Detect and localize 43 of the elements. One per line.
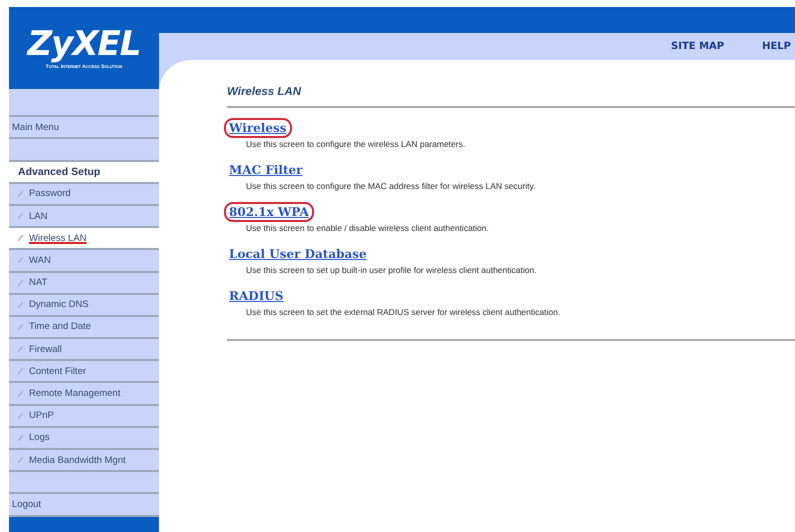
menu-item[interactable]: NAT	[29, 277, 48, 288]
page-link[interactable]: MAC Filter	[224, 160, 308, 180]
bullet-icon	[18, 280, 23, 286]
bullet-icon	[18, 390, 23, 397]
circled-link[interactable]: 802.1x WPA	[224, 202, 314, 222]
page-link[interactable]: RADIUS	[224, 286, 288, 306]
menu-item[interactable]: Logs	[29, 432, 50, 444]
bullet-icon	[18, 457, 23, 464]
menu-item[interactable]: Password	[29, 188, 71, 200]
page-title: Wireless LAN	[227, 86, 795, 108]
menu-item[interactable]: WAN	[29, 254, 51, 266]
menu-item[interactable]: Time and Date	[29, 321, 91, 332]
bullet-icon	[18, 412, 23, 419]
menu-item[interactable]: Firewall	[29, 344, 62, 355]
menu-item[interactable]: LAN	[29, 210, 48, 222]
link-description: Use this screen to configure the wireless LAN parameters.	[246, 139, 466, 149]
header-link[interactable]: SITE MAP	[671, 41, 724, 52]
bullet-icon	[18, 324, 23, 330]
bullet-icon	[18, 346, 23, 352]
brand-logo: ZyXEL	[28, 26, 140, 60]
menu-link[interactable]: Logout	[12, 498, 42, 510]
menu-item[interactable]: Media Bandwidth Mgnt	[29, 454, 126, 466]
menu-item[interactable]: Content Filter	[29, 366, 86, 377]
link-description: Use this screen to set up built-in user profile for wireless client authentication.	[246, 265, 537, 275]
menu-link[interactable]: Main Menu	[12, 122, 59, 133]
link-description: Use this screen to enable / disable wireless client authentication.	[246, 223, 489, 233]
section-heading: Advanced Setup	[18, 166, 100, 178]
menu-item[interactable]: UPnP	[29, 410, 54, 422]
link-description: Use this screen to configure the MAC address filter for wireless LAN security.	[246, 181, 536, 191]
header-link[interactable]: HELP	[762, 41, 791, 52]
bullet-icon	[18, 368, 23, 374]
menu-item[interactable]: Remote Management	[29, 388, 120, 400]
bullet-icon	[18, 302, 23, 308]
menu-item[interactable]: Dynamic DNS	[29, 299, 89, 310]
bullet-icon	[18, 434, 23, 441]
bullet-icon	[18, 213, 23, 220]
bullet-icon	[18, 235, 23, 242]
bullet-icon	[18, 257, 23, 264]
circled-link[interactable]: Wireless	[224, 118, 292, 138]
bullet-icon	[18, 190, 23, 197]
page-link[interactable]: Local User Database	[224, 244, 372, 264]
link-description: Use this screen to set the external RADIUS server for wireless client authentication.	[246, 307, 560, 317]
menu-item[interactable]: Wireless LAN	[29, 232, 87, 244]
